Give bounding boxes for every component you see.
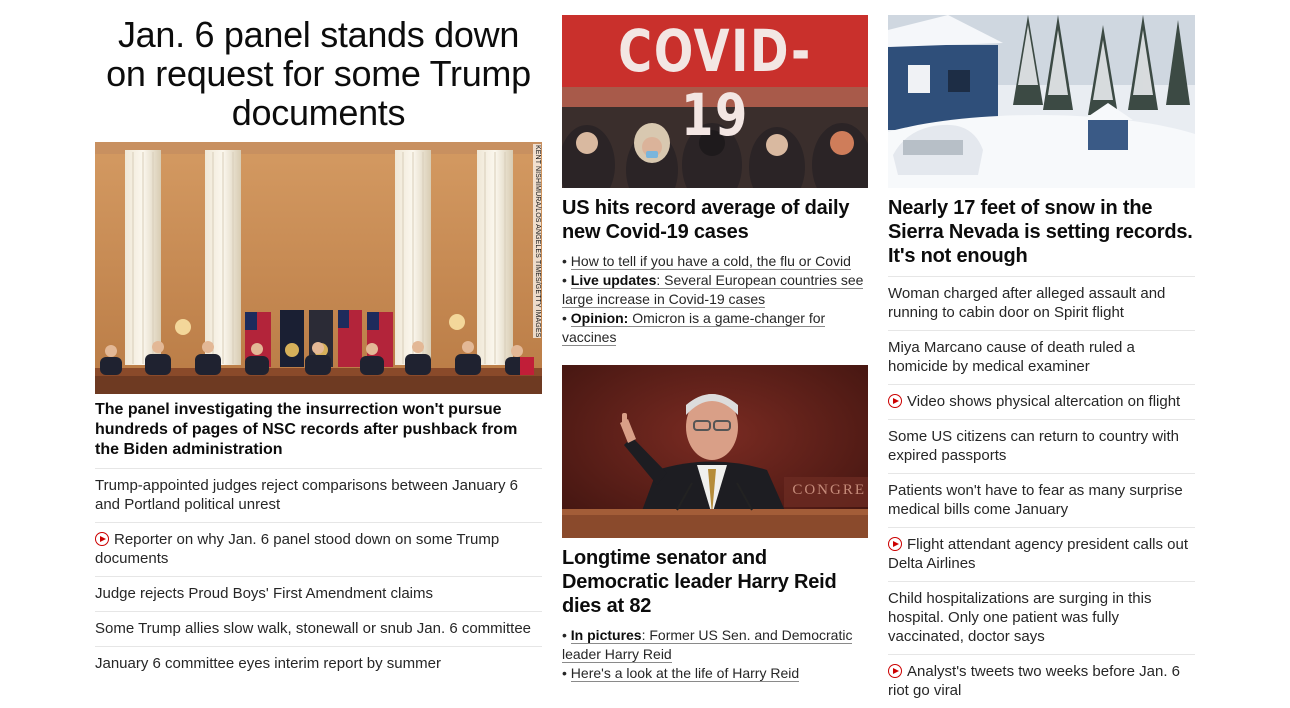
story-link-text: Video shows physical altercation on flig… <box>907 393 1181 410</box>
jan6-lead-text: The panel investigating the insurrection… <box>95 401 518 458</box>
list-item: Miya Marcano cause of death ruled a homi… <box>888 330 1195 384</box>
covid-bullets: • How to tell if you have a cold, the fl… <box>562 252 868 347</box>
story-video-link[interactable]: Video shows physical altercation on flig… <box>888 392 1195 411</box>
covid-bullet-link[interactable]: Live updates: Several European countries… <box>562 272 864 308</box>
story-link[interactable]: Woman charged after alleged assault and … <box>888 284 1195 322</box>
jan6-lead-link[interactable]: The panel investigating the insurrection… <box>95 400 542 460</box>
play-icon <box>888 394 902 408</box>
reid-headline: Longtime senator and Democratic leader H… <box>562 547 837 617</box>
related-link[interactable]: Judge rejects Proud Boys' First Amendmen… <box>95 584 542 603</box>
story-link[interactable]: Child hospitalizations are surging in th… <box>888 589 1195 646</box>
snow-headline: Nearly 17 feet of snow in the Sierra Nev… <box>888 197 1193 267</box>
bullet-prefix: Opinion: <box>570 310 629 326</box>
list-item: • Live updates: Several European countri… <box>562 272 864 308</box>
related-link-text: Trump-appointed judges reject comparison… <box>95 477 519 513</box>
list-item: Child hospitalizations are surging in th… <box>888 581 1195 654</box>
story-link[interactable]: Miya Marcano cause of death ruled a homi… <box>888 338 1195 376</box>
jan6-hearing-photo <box>95 142 542 394</box>
harry-reid-photo <box>562 365 868 538</box>
jan6-hearing-image[interactable]: KENT NISHIMURA/LOS ANGELES TIMES/GETTY I… <box>95 142 542 394</box>
story-link-text: Patients won't have to fear as many surp… <box>888 482 1183 518</box>
list-item: Patients won't have to fear as many surp… <box>888 473 1195 527</box>
related-link-text: Some Trump allies slow walk, stonewall o… <box>95 620 532 637</box>
harry-reid-image[interactable]: CONGRE <box>562 365 868 538</box>
list-item: • Opinion: Omicron is a game-changer for… <box>562 310 826 346</box>
jan6-related-list: Trump-appointed judges reject comparison… <box>95 468 542 681</box>
related-link[interactable]: Trump-appointed judges reject comparison… <box>95 476 542 514</box>
reid-bullets: • In pictures: Former US Sen. and Democr… <box>562 626 868 683</box>
bullet-prefix: In pictures <box>570 627 642 643</box>
story-link-text: Child hospitalizations are surging in th… <box>888 590 1152 645</box>
hero-headline: Jan. 6 panel stands down on request for … <box>106 14 531 133</box>
list-item: Video shows physical altercation on flig… <box>888 384 1195 419</box>
list-item: Some US citizens can return to country w… <box>888 419 1195 473</box>
reid-bullet-link[interactable]: Here's a look at the life of Harry Reid <box>570 665 800 682</box>
related-link-text: Judge rejects Proud Boys' First Amendmen… <box>95 585 433 602</box>
story-video-link[interactable]: Analyst's tweets two weeks before Jan. 6… <box>888 662 1195 700</box>
list-item: Reporter on why Jan. 6 panel stood down … <box>95 522 542 576</box>
list-item: Flight attendant agency president calls … <box>888 527 1195 581</box>
sierra-snow-photo <box>888 15 1195 188</box>
hero-headline-link[interactable]: Jan. 6 panel stands down on request for … <box>95 0 542 132</box>
related-link-text: Reporter on why Jan. 6 panel stood down … <box>95 531 500 567</box>
list-item: Judge rejects Proud Boys' First Amendmen… <box>95 576 542 611</box>
story-link-text: Flight attendant agency president calls … <box>888 536 1189 572</box>
covid-crowd-image[interactable]: COVID-19 <box>562 15 868 188</box>
bullet-prefix: Live updates <box>570 272 657 288</box>
play-icon <box>888 664 902 678</box>
covid-headline-link[interactable]: US hits record average of daily new Covi… <box>562 196 868 244</box>
list-item: Analyst's tweets two weeks before Jan. 6… <box>888 654 1195 708</box>
story-link-text: Woman charged after alleged assault and … <box>888 285 1166 321</box>
covid-bullet-link[interactable]: How to tell if you have a cold, the flu … <box>570 253 851 270</box>
story-link[interactable]: Patients won't have to fear as many surp… <box>888 481 1195 519</box>
list-item: • Here's a look at the life of Harry Rei… <box>562 665 800 682</box>
related-link[interactable]: Some Trump allies slow walk, stonewall o… <box>95 619 542 638</box>
list-item: • How to tell if you have a cold, the fl… <box>562 253 851 270</box>
covid-banner-text: COVID-19 <box>618 17 812 149</box>
story-video-link[interactable]: Flight attendant agency president calls … <box>888 535 1195 573</box>
reid-bullet-link[interactable]: In pictures: Former US Sen. and Democrat… <box>562 627 853 663</box>
play-icon <box>95 532 109 546</box>
related-link[interactable]: January 6 committee eyes interim report … <box>95 654 542 673</box>
related-link-text: January 6 committee eyes interim report … <box>95 655 441 672</box>
sierra-snow-image[interactable] <box>888 15 1195 188</box>
list-item: Some Trump allies slow walk, stonewall o… <box>95 611 542 646</box>
bullet-text: Here's a look at the life of Harry Reid <box>570 665 800 682</box>
related-video-link[interactable]: Reporter on why Jan. 6 panel stood down … <box>95 530 542 568</box>
top-stories-list: Woman charged after alleged assault and … <box>888 276 1195 708</box>
story-link[interactable]: Some US citizens can return to country w… <box>888 427 1195 465</box>
bullet-text: How to tell if you have a cold, the flu … <box>570 253 851 270</box>
story-link-text: Some US citizens can return to country w… <box>888 428 1179 464</box>
list-item: Woman charged after alleged assault and … <box>888 276 1195 330</box>
story-link-text: Miya Marcano cause of death ruled a homi… <box>888 339 1135 375</box>
list-item: January 6 committee eyes interim report … <box>95 646 542 681</box>
reid-headline-link[interactable]: Longtime senator and Democratic leader H… <box>562 546 868 618</box>
jan6-column: Jan. 6 panel stands down on request for … <box>95 0 542 672</box>
covid-headline: US hits record average of daily new Covi… <box>562 197 850 243</box>
covid-bullet-link[interactable]: Opinion: Omicron is a game-changer for v… <box>562 310 826 346</box>
image-credit: KENT NISHIMURA/LOS ANGELES TIMES/GETTY I… <box>533 144 541 339</box>
list-item: • In pictures: Former US Sen. and Democr… <box>562 627 853 663</box>
story-link-text: Analyst's tweets two weeks before Jan. 6… <box>888 663 1180 699</box>
snow-headline-link[interactable]: Nearly 17 feet of snow in the Sierra Nev… <box>888 196 1195 268</box>
list-item: Trump-appointed judges reject comparison… <box>95 468 542 522</box>
podium-sign-text: CONGRE <box>792 482 866 498</box>
play-icon <box>888 537 902 551</box>
